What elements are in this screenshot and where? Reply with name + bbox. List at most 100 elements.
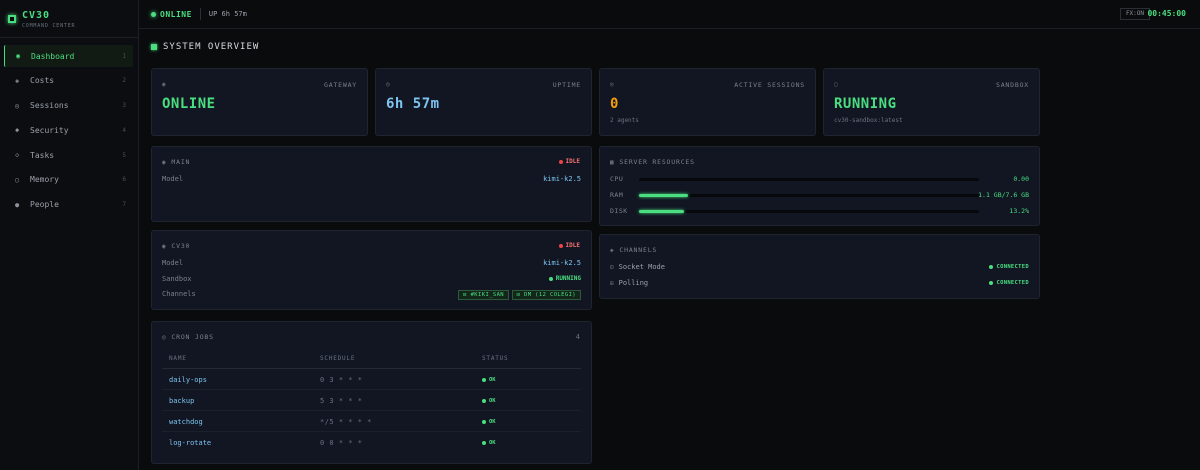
memory-icon: ○ bbox=[15, 175, 20, 184]
stat-value: RUNNING bbox=[834, 96, 897, 112]
status-dot-icon bbox=[558, 159, 563, 164]
job-name: daily-ops bbox=[169, 376, 207, 384]
column-header-schedule: SCHEDULE bbox=[320, 355, 356, 362]
job-status-text: OK bbox=[489, 377, 496, 383]
gateway-status: ONLINE bbox=[160, 9, 192, 19]
polling-icon: ⊞ bbox=[610, 279, 614, 287]
ram-progress-fill bbox=[639, 194, 689, 197]
sidebar-item-people[interactable]: ● People 7 bbox=[4, 194, 133, 216]
agent-icon: ◉ bbox=[162, 158, 167, 166]
sidebar-nav: ◉ Dashboard 1 ◈ Costs 2 ◎ Sessions 3 ◆ S… bbox=[4, 45, 133, 219]
sidebar: CV30 COMMAND CENTER ◉ Dashboard 1 ◈ Cost… bbox=[0, 0, 139, 470]
job-status-text: OK bbox=[489, 398, 496, 404]
status-badge: IDLE bbox=[558, 158, 580, 165]
clock: 00:45:00 bbox=[1147, 9, 1186, 18]
stat-subtext: cv30-sandbox:latest bbox=[834, 117, 903, 124]
ram-label: RAM bbox=[610, 191, 624, 199]
card-title: CHANNELS bbox=[619, 246, 658, 254]
sidebar-item-shortcut: 5 bbox=[122, 151, 126, 159]
row-divider bbox=[162, 431, 581, 432]
brand-title: CV30 bbox=[22, 10, 51, 21]
status-dot-icon bbox=[482, 378, 486, 382]
channels-icon: ◈ bbox=[610, 246, 615, 254]
section-marker-icon bbox=[151, 44, 157, 50]
page-title: SYSTEM OVERVIEW bbox=[151, 42, 259, 52]
model-label: Model bbox=[162, 175, 184, 183]
sidebar-item-shortcut: 6 bbox=[122, 176, 126, 184]
uptime-indicator: UP 6h 57m bbox=[208, 10, 247, 18]
ram-value: 1.1 GB/7.6 GB bbox=[978, 191, 1029, 199]
stat-value: ONLINE bbox=[162, 96, 216, 112]
status-dot-icon bbox=[989, 265, 994, 269]
sessions-icon: ◎ bbox=[610, 81, 614, 88]
card-header: ▦ SERVER RESOURCES bbox=[610, 158, 695, 166]
sandbox-icon: ▢ bbox=[834, 81, 838, 88]
stat-card-sandbox: ▢ SANDBOX RUNNING cv30-sandbox:latest bbox=[823, 68, 1040, 136]
server-icon: ▦ bbox=[610, 158, 615, 166]
clock-icon: ◷ bbox=[386, 81, 390, 88]
connection-status-badge: CONNECTED bbox=[989, 280, 1029, 286]
channel-chip[interactable]: ⊡ DM (12 COLEGI) bbox=[511, 290, 581, 300]
agent-card-cv30[interactable]: ◉ CV30 IDLE Model kimi-k2.5 Sandbox RUNN… bbox=[151, 230, 592, 310]
status-dot-icon bbox=[482, 441, 486, 445]
column-header-status: STATUS bbox=[482, 355, 509, 362]
top-bar: ONLINE UP 6h 57m FX:ON 00:45:00 bbox=[139, 0, 1200, 29]
channel-socket-mode[interactable]: ⊡ Socket Mode bbox=[610, 263, 665, 271]
sidebar-item-dashboard[interactable]: ◉ Dashboard 1 bbox=[4, 45, 133, 67]
sidebar-item-label: Dashboard bbox=[31, 51, 75, 61]
sidebar-divider bbox=[0, 37, 139, 38]
disk-progress-fill bbox=[639, 210, 684, 213]
agent-card-main[interactable]: ◉ MAIN IDLE Model kimi-k2.5 bbox=[151, 146, 592, 222]
status-badge-text: IDLE bbox=[565, 158, 580, 165]
stat-label: SANDBOX bbox=[996, 81, 1029, 89]
sidebar-item-shortcut: 1 bbox=[122, 52, 126, 60]
tasks-icon: ◇ bbox=[15, 151, 20, 160]
status-dot-icon bbox=[989, 281, 994, 285]
row-divider bbox=[162, 410, 581, 411]
security-icon: ◆ bbox=[15, 126, 20, 135]
stat-card-uptime: ◷ UPTIME 6h 57m bbox=[375, 68, 592, 136]
connection-status-text: CONNECTED bbox=[996, 280, 1029, 286]
stat-label: GATEWAY bbox=[324, 81, 357, 89]
sidebar-item-shortcut: 7 bbox=[122, 201, 126, 209]
brand-subtitle: COMMAND CENTER bbox=[22, 23, 76, 29]
sidebar-item-label: Security bbox=[30, 125, 69, 135]
stat-value: 6h 57m bbox=[386, 96, 440, 112]
row-divider bbox=[162, 389, 581, 390]
sessions-icon: ◎ bbox=[15, 101, 20, 110]
model-value: kimi-k2.5 bbox=[543, 259, 581, 267]
job-status-text: OK bbox=[489, 419, 496, 425]
job-schedule: 0 3 * * * bbox=[320, 376, 363, 384]
server-resources-card: ▦ SERVER RESOURCES CPU 0.00 RAM 1.1 GB/7… bbox=[599, 146, 1040, 226]
status-dot-icon bbox=[482, 420, 486, 424]
card-header: ◈ CHANNELS bbox=[610, 246, 657, 254]
dashboard-icon: ◉ bbox=[16, 52, 21, 60]
sidebar-item-tasks[interactable]: ◇ Tasks 5 bbox=[4, 144, 133, 166]
clock-icon: ◷ bbox=[162, 333, 167, 341]
model-label: Model bbox=[162, 259, 184, 267]
stat-value: 0 bbox=[610, 96, 619, 112]
cpu-value: 0.00 bbox=[1013, 175, 1029, 183]
channel-polling[interactable]: ⊞ Polling bbox=[610, 279, 648, 287]
job-name: log-rotate bbox=[169, 439, 212, 447]
sidebar-item-security[interactable]: ◆ Security 4 bbox=[4, 119, 133, 141]
fx-toggle-button[interactable]: FX:ON bbox=[1119, 8, 1150, 20]
stat-label: ACTIVE SESSIONS bbox=[734, 81, 805, 89]
table-header-divider bbox=[162, 368, 581, 369]
sidebar-item-label: People bbox=[30, 200, 59, 210]
job-schedule: 0 0 * * * bbox=[320, 439, 363, 447]
job-status-badge: OK bbox=[482, 440, 496, 446]
channel-chip[interactable]: ⊡ #KIKI_SAN bbox=[458, 290, 509, 300]
cron-count: 4 bbox=[575, 333, 580, 341]
card-header: ◷ CRON JOBS bbox=[162, 333, 214, 341]
card-title: SERVER RESOURCES bbox=[619, 158, 695, 166]
sidebar-item-sessions[interactable]: ◎ Sessions 3 bbox=[4, 95, 133, 117]
status-dot-icon bbox=[151, 11, 156, 17]
sidebar-item-memory[interactable]: ○ Memory 6 bbox=[4, 169, 133, 191]
status-dot-icon bbox=[482, 399, 486, 403]
sidebar-item-costs[interactable]: ◈ Costs 2 bbox=[4, 70, 133, 92]
stat-label: UPTIME bbox=[552, 81, 581, 89]
sidebar-item-label: Tasks bbox=[30, 150, 55, 160]
agent-name: MAIN bbox=[171, 158, 191, 166]
sidebar-item-shortcut: 4 bbox=[122, 126, 126, 134]
